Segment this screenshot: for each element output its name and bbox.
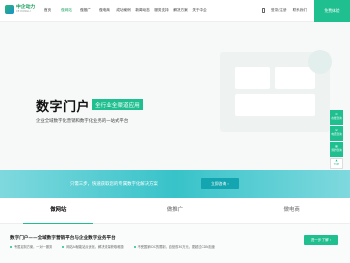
feature-point: 专属定制方案，一对一服务 bbox=[10, 244, 52, 249]
appointment-label: 预约咨询 bbox=[331, 149, 342, 152]
nav-item-support[interactable]: 服务支持 bbox=[152, 8, 171, 13]
hero-title: 数字门户 bbox=[36, 100, 91, 115]
hero-subtitle: 企业全域数字化营销和数字化业务的一站式平台 bbox=[36, 119, 129, 124]
nav-item-news[interactable]: 新闻动态 bbox=[133, 8, 152, 13]
contact-link[interactable]: 联系我们 bbox=[293, 8, 307, 13]
back-to-top-button[interactable]: ▲ TOP bbox=[330, 158, 343, 169]
appointment-button[interactable]: ▦ 预约咨询 bbox=[330, 142, 343, 157]
nav-item-solutions[interactable]: 解决方案 bbox=[171, 8, 190, 13]
feature-point: 网站AI赋能站点优化，解决流量获取难题 bbox=[62, 244, 124, 249]
login-link[interactable]: 登录/注册 bbox=[271, 8, 287, 13]
promo-text: 只需三步，快速获取您的专属数字化解决方案 bbox=[70, 182, 158, 187]
hero-illustration bbox=[220, 50, 332, 132]
nav-item-cases[interactable]: 成功案例 bbox=[114, 8, 133, 13]
bullet-icon bbox=[62, 245, 65, 248]
consult-now-button[interactable]: 立即咨询 › bbox=[201, 178, 239, 189]
hero-badge: 全行业全渠道应用 bbox=[92, 99, 143, 110]
tab-website[interactable]: 做网站 bbox=[0, 198, 117, 224]
top-navbar: 中企动力 CE DONGLI 首页 做网站 做推广 做电商 成功案例 新闻动态 … bbox=[0, 0, 350, 22]
learn-more-button[interactable]: 进一步了解 › bbox=[304, 235, 338, 245]
service-tabs: 做网站 做推广 做电商 bbox=[0, 198, 350, 224]
bullet-icon bbox=[10, 245, 12, 248]
feature-point: 不受国家IDC的限制，自营双30万元，更超过CDN加速 bbox=[133, 244, 215, 249]
tab-ecommerce[interactable]: 做电商 bbox=[233, 198, 350, 223]
brand-logo[interactable]: 中企动力 CE DONGLI bbox=[5, 5, 35, 14]
nav-item-home[interactable]: 首页 bbox=[38, 8, 57, 13]
phone-icon bbox=[262, 8, 265, 13]
nav-item-promotion[interactable]: 做推广 bbox=[76, 8, 95, 13]
tab-content-panel: 数字门户——全域数字营销平台与企业数字业务平台 专属定制方案，一对一服务 网站A… bbox=[0, 224, 350, 263]
online-consult-button[interactable]: ✉ 在线咨询 bbox=[330, 110, 343, 125]
free-trial-button[interactable]: 免费体验 bbox=[314, 0, 350, 22]
panel-title: 数字门户——全域数字营销平台与企业数字业务平台 bbox=[10, 236, 116, 241]
main-nav: 首页 做网站 做推广 做电商 成功案例 新闻动态 服务支持 解决方案 关于中企 bbox=[38, 8, 209, 13]
logo-icon bbox=[5, 5, 14, 14]
feature-point-text: 网站AI赋能站点优化，解决流量获取难题 bbox=[66, 245, 124, 249]
online-consult-label: 在线咨询 bbox=[331, 117, 342, 120]
nav-item-about[interactable]: 关于中企 bbox=[190, 8, 209, 13]
bullet-icon bbox=[133, 245, 136, 248]
feature-point-text: 不受国家IDC的限制，自营双30万元，更超过CDN加速 bbox=[137, 245, 215, 249]
feature-point-text: 专属定制方案，一对一服务 bbox=[14, 245, 53, 249]
phone-consult-label: 电话咨询 bbox=[331, 133, 342, 136]
floating-toolbar: ✉ 在线咨询 ☏ 电话咨询 ▦ 预约咨询 ▲ TOP bbox=[330, 110, 343, 169]
brand-slogan: CE DONGLI bbox=[16, 9, 31, 13]
top-right-links: 登录/注册 联系我们 bbox=[262, 8, 307, 13]
tab-promotion[interactable]: 做推广 bbox=[117, 198, 234, 223]
nav-item-ecommerce[interactable]: 做电商 bbox=[95, 8, 114, 13]
promo-strip: 只需三步，快速获取您的专属数字化解决方案 立即咨询 › bbox=[0, 170, 350, 198]
nav-item-website[interactable]: 做网站 bbox=[57, 8, 76, 13]
hero-banner: 数字门户 全行业全渠道应用 企业全域数字化营销和数字化业务的一站式平台 bbox=[0, 22, 350, 170]
feature-points: 专属定制方案，一对一服务 网站AI赋能站点优化，解决流量获取难题 不受国家IDC… bbox=[10, 244, 215, 249]
back-to-top-label: TOP bbox=[333, 163, 340, 166]
phone-consult-button[interactable]: ☏ 电话咨询 bbox=[330, 126, 343, 141]
